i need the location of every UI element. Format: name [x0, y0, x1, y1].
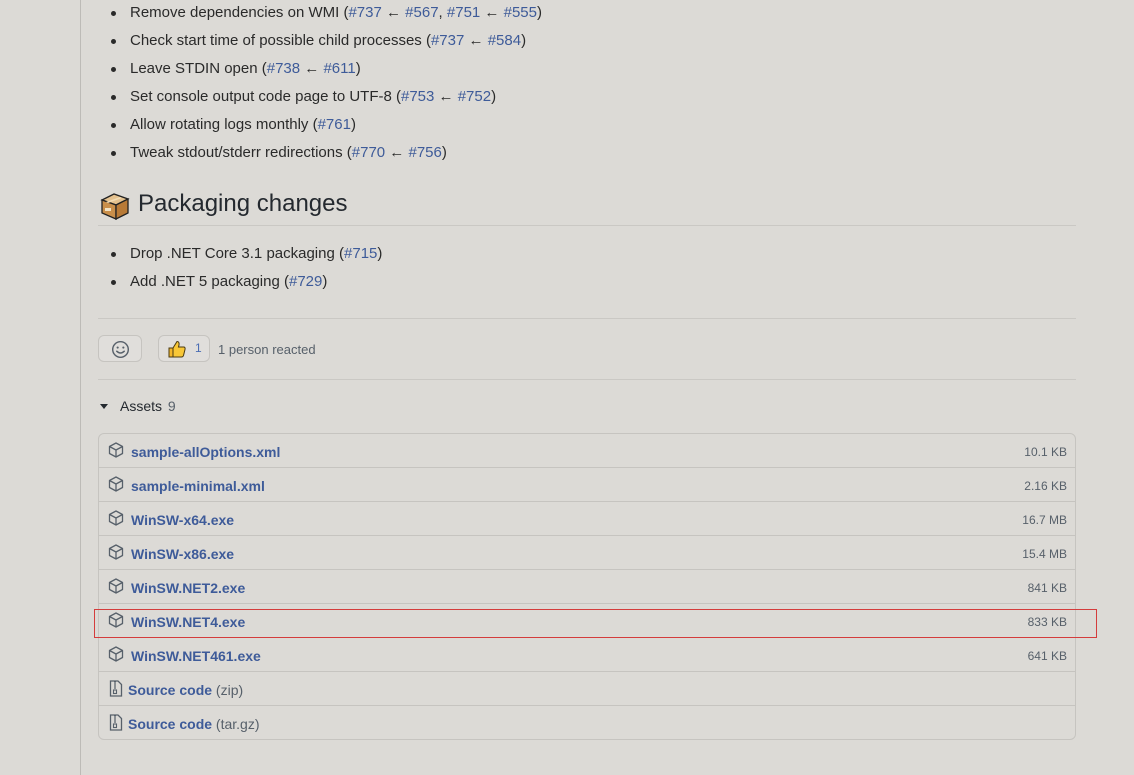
package-icon — [108, 646, 124, 667]
asset-row: sample-allOptions.xml 10.1 KB — [99, 434, 1075, 467]
source-row: Source code (zip) — [99, 671, 1075, 705]
package-icon — [108, 578, 124, 599]
package-icon — [108, 510, 124, 531]
list-item: Leave STDIN open (#738 ← #611) — [98, 55, 542, 83]
item-text: Check start time of possible child proce… — [130, 32, 422, 49]
assets-list: sample-allOptions.xml 10.1 KB sample-minim… — [98, 433, 1076, 740]
item-text: Set console output code page to UTF-8 — [130, 88, 392, 105]
issue-link[interactable]: #752 — [458, 88, 491, 105]
assets-count: 9 — [167, 398, 176, 414]
source-row: Source code (tar.gz) — [99, 705, 1075, 739]
asset-row: WinSW-x64.exe 16.7 MB — [99, 501, 1075, 535]
asset-row: WinSW.NET461.exe 641 KB — [99, 637, 1075, 671]
asset-link[interactable]: sample-minimal.xml — [131, 478, 265, 494]
list-item: Set console output code page to UTF-8 (#… — [98, 83, 542, 111]
item-text: Remove dependencies on WMI — [130, 4, 340, 21]
asset-size: 841 KB — [1027, 581, 1067, 595]
issue-link[interactable]: #751 — [447, 4, 480, 21]
issue-link[interactable]: #567 — [405, 4, 438, 21]
issue-link[interactable]: #737 — [431, 32, 464, 49]
issue-link[interactable]: #770 — [352, 144, 385, 161]
list-item: Drop .NET Core 3.1 packaging (#715) — [98, 240, 382, 268]
item-text: Leave STDIN open — [130, 60, 258, 77]
source-code-link[interactable]: Source code (zip) — [128, 682, 243, 698]
list-item: Add .NET 5 packaging (#729) — [98, 268, 382, 296]
asset-link[interactable]: WinSW.NET2.exe — [131, 580, 245, 596]
package-box-icon — [100, 193, 130, 220]
item-text: Tweak stdout/stderr redirections — [130, 144, 343, 161]
asset-size: 641 KB — [1027, 649, 1067, 663]
caret-down-icon — [100, 403, 108, 409]
packaging-title: Packaging changes — [138, 190, 348, 217]
source-label: Source code — [128, 716, 213, 732]
package-icon — [108, 544, 124, 565]
asset-size: 2.16 KB — [1024, 479, 1067, 493]
asset-link[interactable]: WinSW-x64.exe — [131, 512, 234, 528]
source-ext: (tar.gz) — [215, 716, 260, 732]
assets-label: Assets — [120, 398, 163, 414]
asset-row: WinSW-x86.exe 15.4 MB — [99, 535, 1075, 569]
packaging-list: Drop .NET Core 3.1 packaging (#715) Add .… — [98, 240, 382, 296]
asset-size: 16.7 MB — [1022, 513, 1067, 527]
issue-link[interactable]: #737 — [348, 4, 381, 21]
divider — [98, 379, 1076, 380]
asset-link[interactable]: WinSW-x86.exe — [131, 546, 234, 562]
changes-list: Remove dependencies on WMI (#737 ← #567,… — [98, 0, 542, 167]
source-label: Source code — [128, 682, 213, 698]
issue-link[interactable]: #584 — [488, 32, 521, 49]
assets-toggle[interactable]: Assets 9 — [100, 398, 176, 414]
package-icon — [108, 442, 124, 463]
asset-row: sample-minimal.xml 2.16 KB — [99, 467, 1075, 501]
asset-link[interactable]: sample-allOptions.xml — [131, 444, 280, 460]
package-icon — [108, 612, 124, 633]
issue-link[interactable]: #611 — [323, 60, 355, 77]
thumbs-up-reaction-button[interactable]: 1 — [158, 335, 210, 362]
asset-size: 15.4 MB — [1022, 547, 1067, 561]
asset-link[interactable]: WinSW.NET461.exe — [131, 648, 261, 664]
list-item: Tweak stdout/stderr redirections (#770 ←… — [98, 139, 542, 167]
issue-link[interactable]: #715 — [344, 245, 377, 262]
file-zip-icon — [109, 680, 123, 702]
package-icon — [108, 476, 124, 497]
asset-row: WinSW.NET2.exe 841 KB — [99, 569, 1075, 603]
thumbs-up-icon — [168, 340, 186, 358]
item-text: Allow rotating logs monthly — [130, 116, 309, 133]
source-ext: (zip) — [215, 682, 244, 698]
issue-link[interactable]: #753 — [401, 88, 434, 105]
asset-row: WinSW.NET4.exe 833 KB — [99, 603, 1075, 637]
divider — [98, 318, 1076, 319]
asset-size: 10.1 KB — [1024, 445, 1067, 459]
file-zip-icon — [109, 714, 123, 736]
list-item: Check start time of possible child proce… — [98, 27, 542, 55]
packaging-heading: Packaging changes — [98, 188, 1076, 226]
list-item: Remove dependencies on WMI (#737 ← #567,… — [98, 0, 542, 27]
asset-size: 833 KB — [1027, 615, 1067, 629]
issue-link[interactable]: #729 — [289, 273, 322, 290]
list-item: Allow rotating logs monthly (#761) — [98, 111, 542, 139]
issue-link[interactable]: #756 — [408, 144, 441, 161]
reaction-summary: 1 person reacted — [218, 342, 316, 357]
left-border — [80, 0, 81, 775]
asset-link[interactable]: WinSW.NET4.exe — [131, 614, 245, 630]
source-code-link[interactable]: Source code (tar.gz) — [128, 716, 260, 732]
item-text: Drop .NET Core 3.1 packaging — [130, 245, 335, 262]
issue-link[interactable]: #761 — [318, 116, 351, 133]
smiley-icon — [111, 340, 130, 359]
add-reaction-button[interactable] — [98, 335, 142, 362]
item-text: Add .NET 5 packaging — [130, 273, 280, 290]
thumbs-up-count: 1 — [195, 341, 202, 355]
issue-link[interactable]: #738 — [267, 60, 300, 77]
issue-link[interactable]: #555 — [504, 4, 537, 21]
